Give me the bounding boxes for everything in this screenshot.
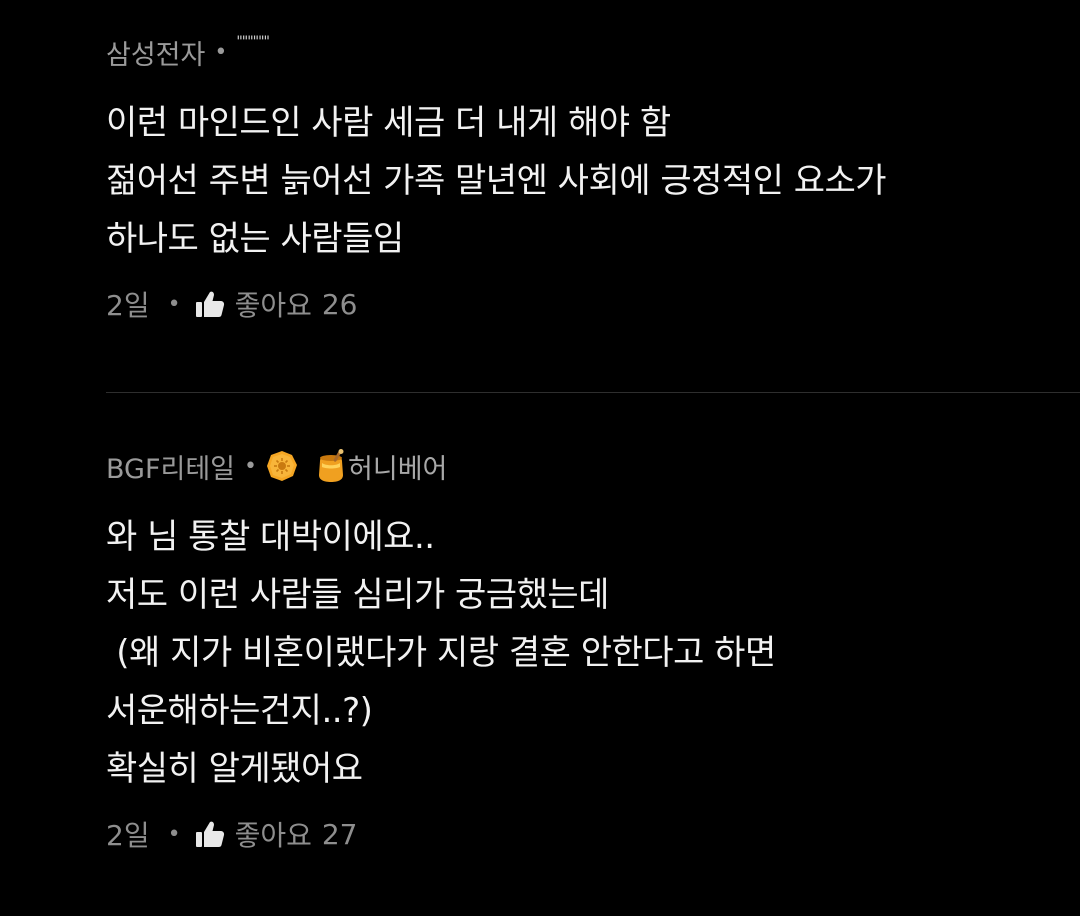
thumbs-up-icon bbox=[195, 821, 224, 847]
footer-separator: • bbox=[167, 821, 181, 847]
comment-line: 하나도 없는 사람들임 bbox=[106, 219, 404, 259]
like-button[interactable]: 좋아요 26 bbox=[195, 284, 358, 324]
comment-body: 와 님 통찰 대박이에요.. 저도 이런 사람들 심리가 궁금했는데 (왜 지가… bbox=[106, 508, 1080, 798]
comment-item: BGF리테일 • 허니베어 와 님 통찰 대박이에요.. 저도 이런 사람들 심… bbox=[106, 442, 1080, 856]
comment-line: (왜 지가 비혼이랬다가 지랑 결혼 안한다고 하면 bbox=[106, 633, 776, 673]
comment-line: 확실히 알게됐어요 bbox=[106, 749, 363, 789]
comment-meta: BGF리테일 • 허니베어 bbox=[106, 442, 1080, 490]
comment-line: 젊어선 주변 늙어선 가족 말년엔 사회에 긍정적인 요소가 bbox=[106, 161, 887, 201]
comment-footer: 2일 • 좋아요 27 bbox=[106, 812, 1080, 856]
comment-line: 서운해하는건지..?) bbox=[106, 691, 373, 731]
author-badge: """""" bbox=[236, 34, 270, 50]
like-count: 26 bbox=[321, 287, 358, 321]
comment-line: 이런 마인드인 사람 세금 더 내게 해야 함 bbox=[106, 103, 671, 143]
like-count: 27 bbox=[321, 817, 358, 851]
like-label: 좋아요 bbox=[234, 289, 312, 322]
comment-item: 삼성전자 • """""" 이런 마인드인 사람 세금 더 내게 해야 함 젊어… bbox=[106, 28, 1080, 326]
sun-badge-icon bbox=[267, 451, 298, 481]
comment-meta: 삼성전자 • """""" bbox=[106, 28, 1080, 76]
comment-footer: 2일 • 좋아요 26 bbox=[106, 282, 1080, 326]
honey-pot-icon bbox=[319, 449, 344, 482]
meta-separator: • bbox=[214, 39, 228, 65]
comment-line: 저도 이런 사람들 심리가 궁금했는데 bbox=[106, 575, 609, 615]
comment-time: 2일 bbox=[106, 819, 150, 852]
comment-line: 와 님 통찰 대박이에요.. bbox=[106, 517, 435, 557]
comment-author[interactable]: 삼성전자 bbox=[106, 33, 205, 72]
comment-time: 2일 bbox=[106, 289, 150, 322]
comment-body: 이런 마인드인 사람 세금 더 내게 해야 함 젊어선 주변 늙어선 가족 말년… bbox=[106, 94, 1080, 268]
like-button[interactable]: 좋아요 27 bbox=[195, 814, 358, 854]
thumbs-up-icon bbox=[195, 291, 224, 317]
footer-separator: • bbox=[167, 291, 181, 317]
badge-label: 허니베어 bbox=[348, 453, 448, 485]
meta-separator: • bbox=[244, 453, 258, 479]
comment-author[interactable]: BGF리테일 bbox=[106, 447, 235, 486]
comment-divider bbox=[106, 392, 1080, 393]
like-label: 좋아요 bbox=[234, 819, 312, 852]
